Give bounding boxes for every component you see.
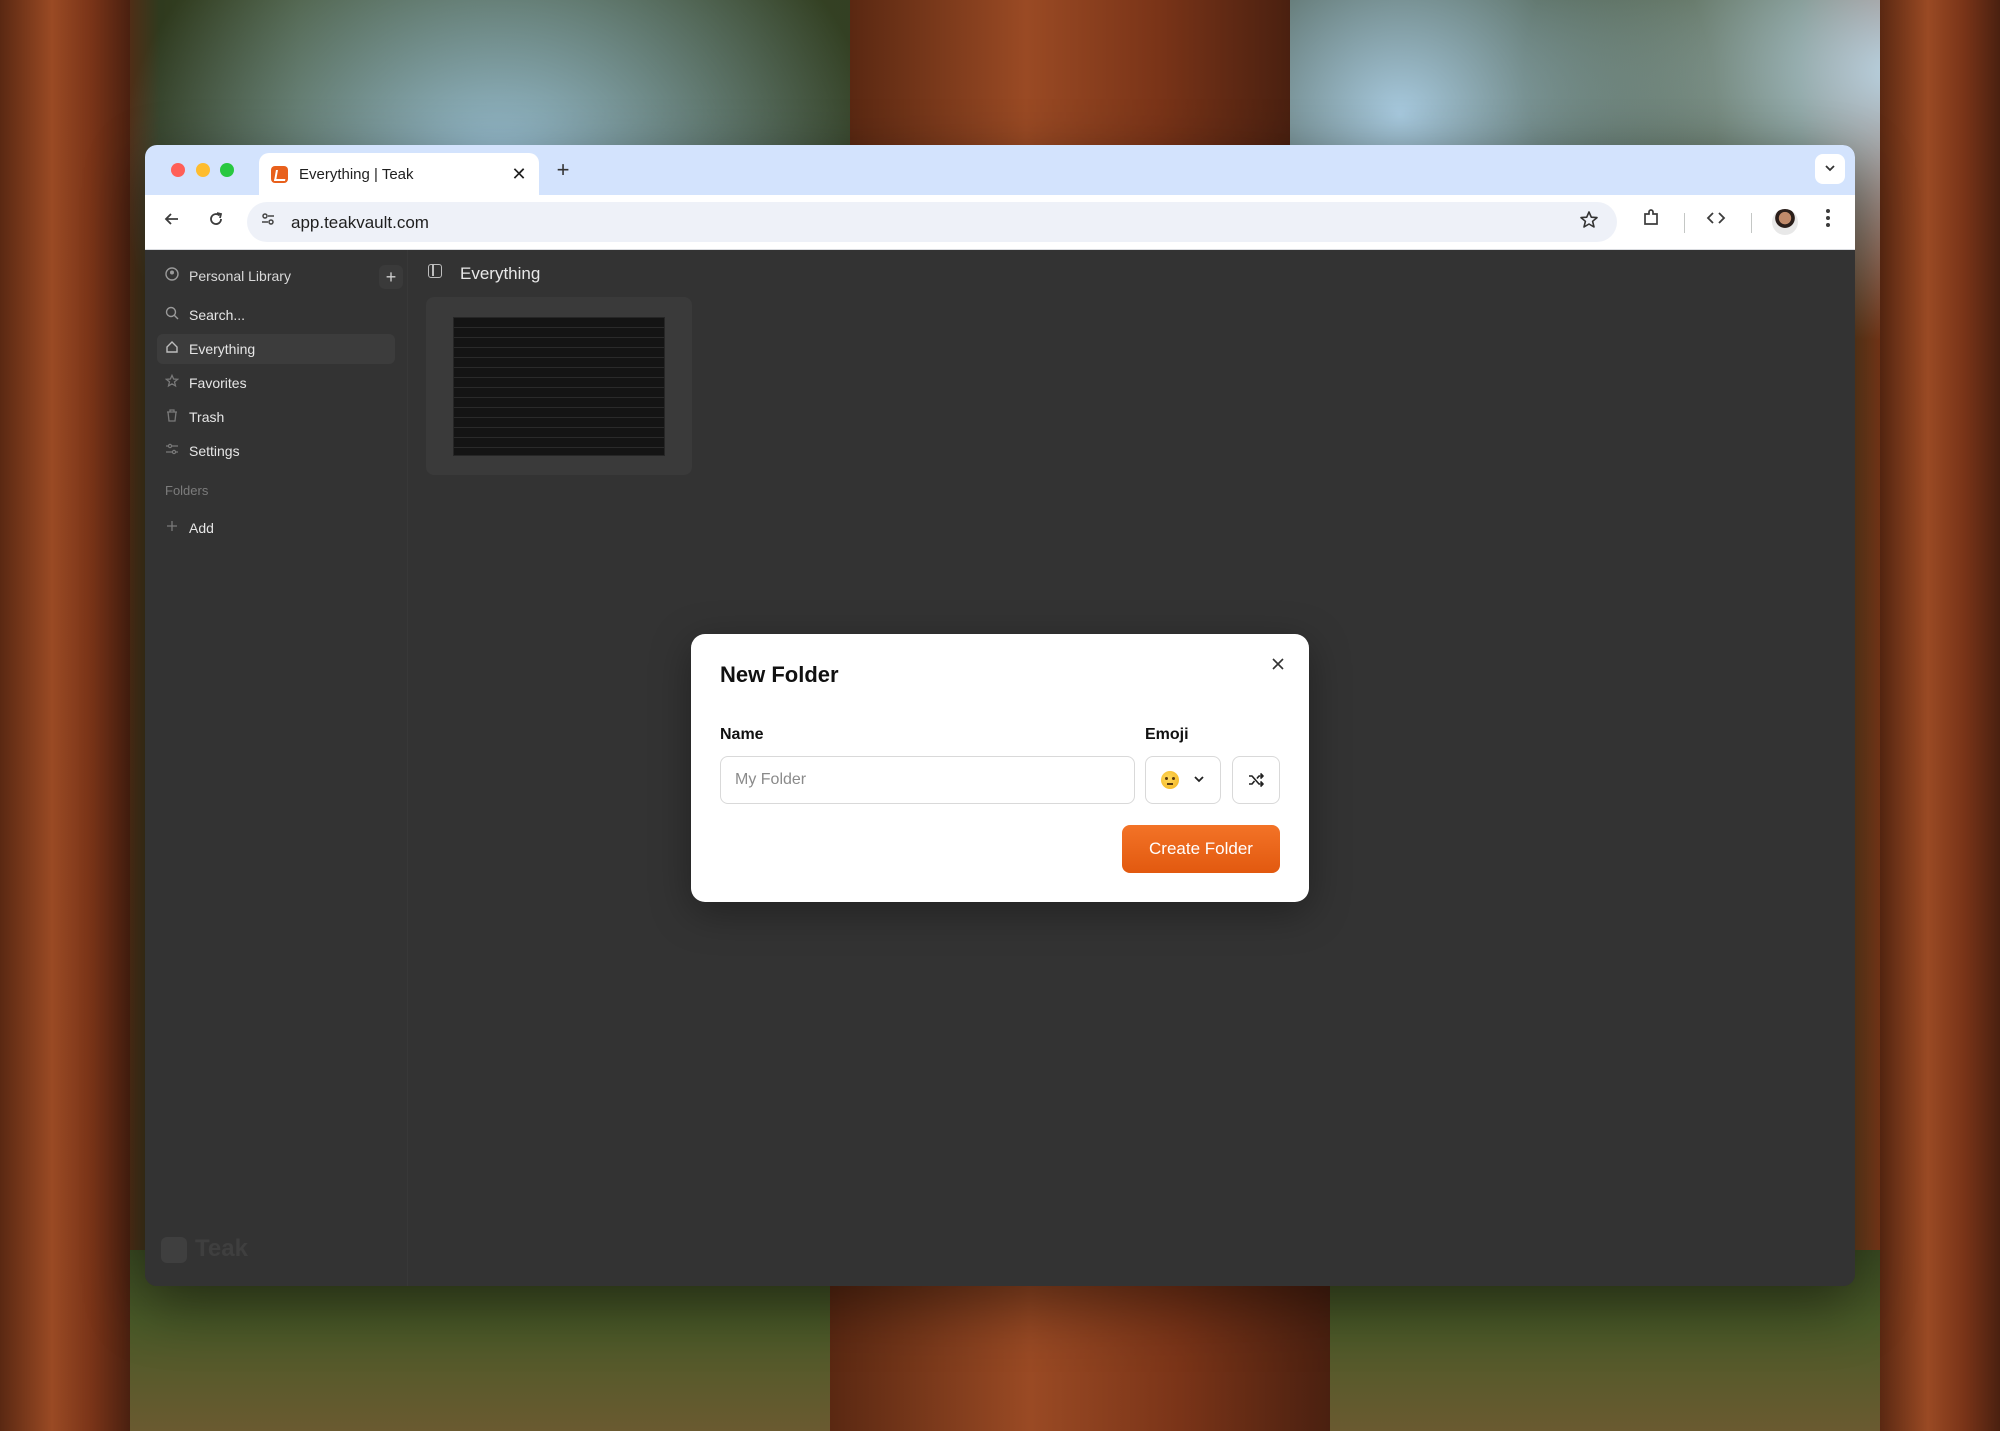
sidebar-item-settings[interactable]: Settings bbox=[157, 436, 395, 466]
sidebar-item-favorites[interactable]: Favorites bbox=[157, 368, 395, 398]
bookmark-star-icon[interactable] bbox=[1579, 210, 1599, 236]
sidebar-toggle-icon[interactable] bbox=[428, 264, 442, 278]
create-folder-button[interactable]: Create Folder bbox=[1122, 825, 1280, 873]
back-button[interactable] bbox=[157, 207, 187, 237]
emoji-label: Emoji bbox=[1145, 726, 1189, 743]
url-text: app.teakvault.com bbox=[291, 213, 429, 232]
home-icon bbox=[163, 340, 181, 358]
sidebar-item-label: Trash bbox=[189, 409, 225, 425]
library-switcher[interactable]: Personal Library + bbox=[157, 261, 403, 291]
browser-tab-active[interactable]: Everything | Teak ✕ bbox=[259, 153, 539, 195]
teak-logo-text: Teak bbox=[195, 1235, 248, 1262]
close-icon bbox=[1272, 658, 1284, 670]
thinking-face-emoji-icon bbox=[1161, 771, 1179, 789]
teak-favicon-icon bbox=[271, 166, 288, 183]
library-label: Personal Library bbox=[189, 268, 291, 284]
site-info-icon[interactable] bbox=[257, 211, 279, 233]
dialog-title: New Folder bbox=[720, 662, 839, 687]
item-thumbnail bbox=[453, 317, 665, 456]
toolbar-separator bbox=[1684, 213, 1685, 233]
sidebar-item-label: Search... bbox=[189, 307, 246, 323]
close-window-button[interactable] bbox=[171, 163, 185, 177]
name-label: Name bbox=[720, 726, 764, 743]
toolbar-separator bbox=[1751, 213, 1752, 233]
wallpaper-tree-trunk bbox=[0, 0, 130, 1431]
maximize-window-button[interactable] bbox=[220, 163, 234, 177]
tab-close-icon[interactable]: ✕ bbox=[507, 162, 531, 186]
teak-logo: Teak bbox=[161, 1235, 248, 1265]
devtools-button[interactable] bbox=[1701, 207, 1731, 237]
sidebar-item-trash[interactable]: Trash bbox=[157, 402, 395, 432]
tab-title: Everything | Teak bbox=[299, 166, 414, 183]
sidebar-item-label: Favorites bbox=[189, 375, 247, 391]
plus-icon bbox=[163, 519, 181, 537]
wallpaper-tree-trunk bbox=[1880, 0, 2000, 1431]
sidebar: Personal Library + Search... Everything bbox=[145, 250, 408, 1286]
sidebar-item-label: Settings bbox=[189, 443, 240, 459]
add-folder-label: Add bbox=[189, 520, 214, 536]
item-card[interactable] bbox=[426, 297, 692, 475]
close-dialog-button[interactable] bbox=[1265, 652, 1291, 678]
wallpaper-tree-trunk bbox=[830, 1286, 1330, 1431]
tab-strip: Everything | Teak ✕ + bbox=[145, 145, 1855, 195]
folder-name-input[interactable] bbox=[720, 756, 1135, 804]
star-icon bbox=[163, 373, 181, 392]
code-icon bbox=[1706, 212, 1726, 224]
new-folder-dialog: New Folder Name Emoji Create Folder bbox=[691, 634, 1309, 902]
shuffle-icon bbox=[1249, 772, 1264, 788]
main-header: Everything bbox=[408, 250, 1855, 296]
address-bar[interactable]: app.teakvault.com bbox=[247, 202, 1617, 242]
sidebar-item-search[interactable]: Search... bbox=[157, 300, 395, 330]
minimize-window-button[interactable] bbox=[196, 163, 210, 177]
star-outline-icon bbox=[1580, 211, 1598, 228]
sliders-icon bbox=[163, 442, 181, 460]
folders-heading: Folders bbox=[165, 483, 209, 498]
teak-logo-icon bbox=[161, 1236, 187, 1263]
arrow-left-icon bbox=[164, 213, 178, 225]
chevron-down-icon bbox=[1193, 770, 1205, 790]
emoji-select[interactable] bbox=[1145, 756, 1221, 804]
more-vertical-icon bbox=[1826, 209, 1830, 227]
tab-search-button[interactable] bbox=[1815, 154, 1845, 184]
trash-icon bbox=[163, 408, 181, 426]
page-title: Everything bbox=[460, 264, 541, 283]
search-icon bbox=[163, 306, 181, 324]
chevron-down-icon bbox=[1825, 165, 1835, 172]
add-folder-button[interactable]: Add bbox=[157, 513, 395, 543]
new-item-button[interactable]: + bbox=[379, 265, 403, 289]
sidebar-item-label: Everything bbox=[189, 341, 256, 357]
extensions-button[interactable] bbox=[1636, 207, 1666, 237]
wallpaper-tree-trunk bbox=[850, 0, 1290, 150]
tune-icon bbox=[262, 213, 274, 225]
shuffle-emoji-button[interactable] bbox=[1232, 756, 1280, 804]
user-circle-icon bbox=[163, 267, 181, 285]
puzzle-icon bbox=[1644, 209, 1658, 225]
profile-avatar[interactable] bbox=[1772, 209, 1798, 235]
sidebar-item-everything[interactable]: Everything bbox=[157, 334, 395, 364]
reload-icon bbox=[210, 212, 223, 225]
new-tab-button[interactable]: + bbox=[549, 157, 577, 185]
browser-menu-button[interactable] bbox=[1813, 207, 1843, 237]
browser-toolbar: app.teakvault.com bbox=[145, 195, 1855, 250]
reload-button[interactable] bbox=[201, 207, 231, 237]
